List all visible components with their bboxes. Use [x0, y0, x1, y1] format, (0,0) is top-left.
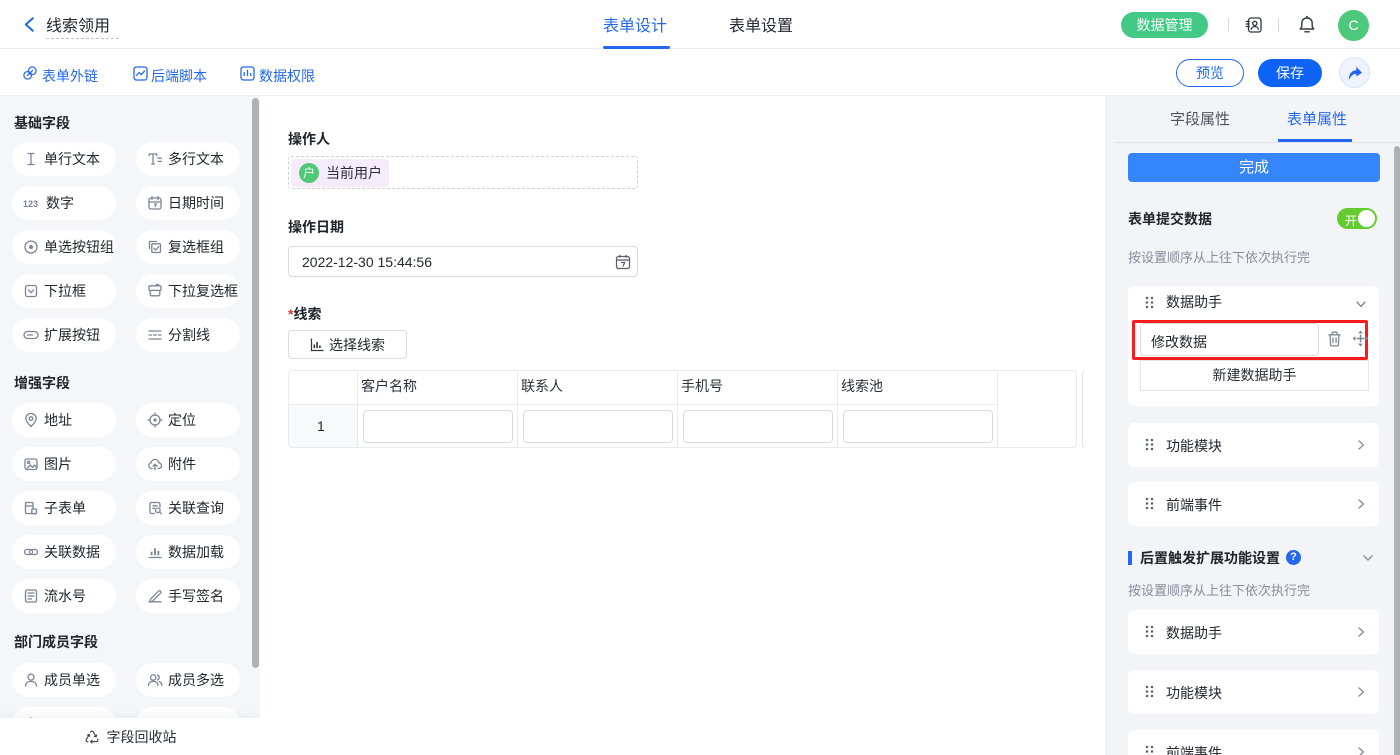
svg-text:123: 123	[23, 199, 38, 209]
